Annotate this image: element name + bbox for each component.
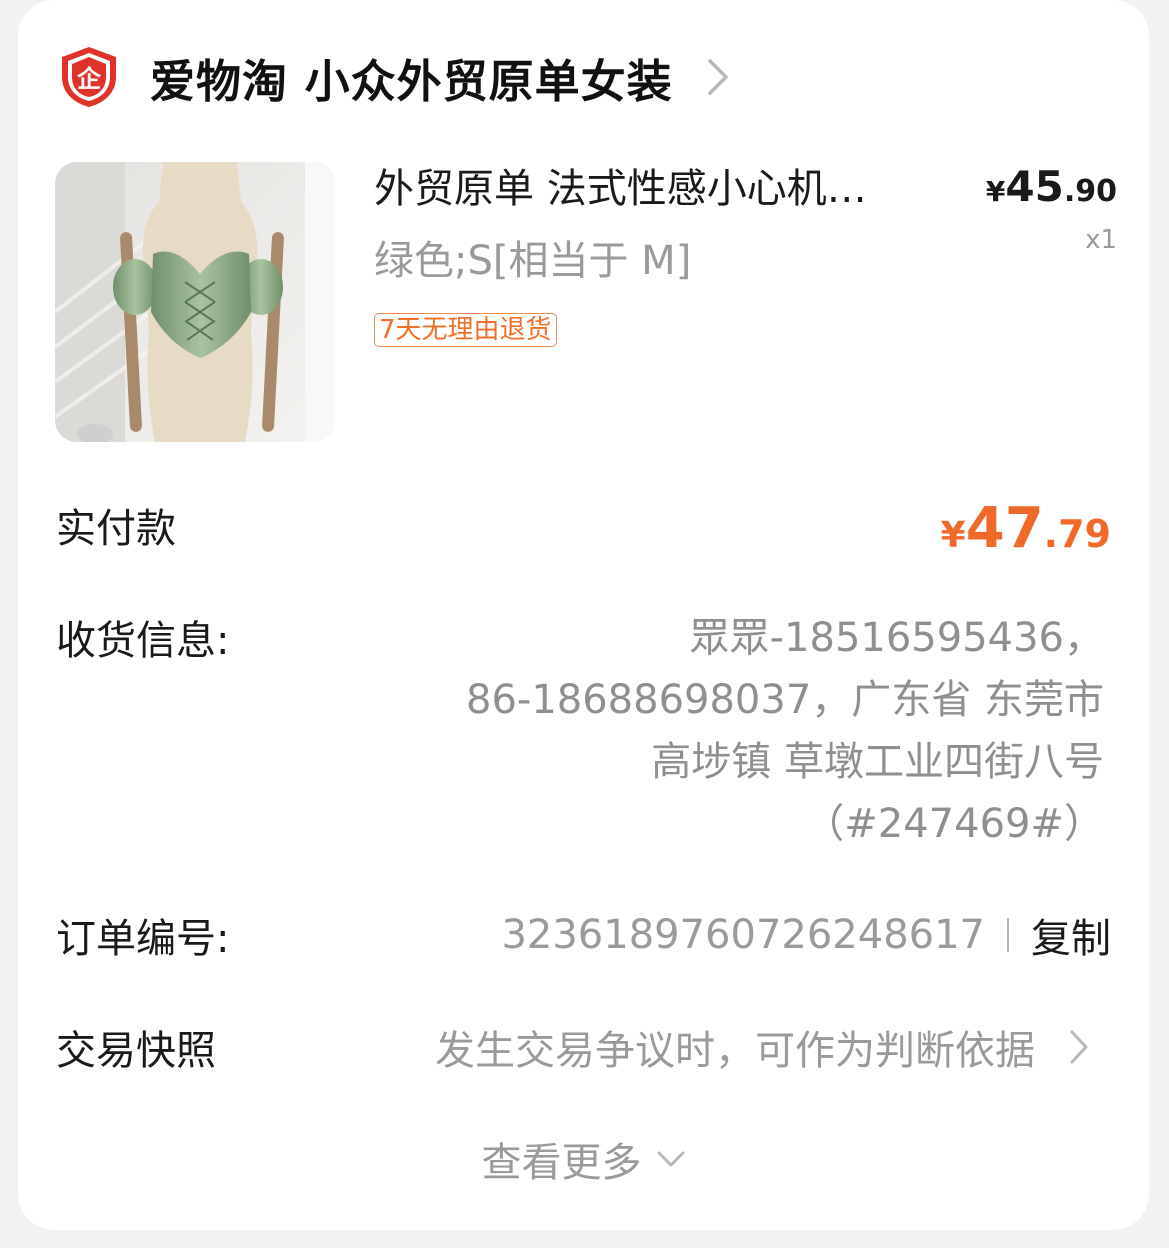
enterprise-shield-icon: 企 (62, 47, 116, 107)
return-policy-badge: 7天无理由退货 (374, 313, 557, 347)
order-detail-card: 企 爱物淘 小众外贸原单女装 外贸原单 法式性感小心机… 绿色;S[相当于 M]… (18, 0, 1149, 1230)
shop-header[interactable]: 企 爱物淘 小众外贸原单女装 (58, 42, 729, 112)
paid-label: 实付款 (56, 506, 176, 552)
order-number: 3236189760726248617 (501, 912, 985, 958)
address-line: （#247469#） (804, 801, 1104, 847)
chevron-down-icon[interactable] (656, 1150, 686, 1168)
paid-amount: ¥47.79 (941, 496, 1111, 561)
address-line: 眾眾-18516595436， (689, 615, 1104, 661)
order-number-row: 3236189760726248617 复制 (501, 906, 1111, 964)
shipping-address: 眾眾-18516595436， 86-18688698037，广东省 东莞市 高… (384, 607, 1104, 855)
unit-price-integer: 45 (1005, 162, 1064, 211)
divider (1007, 918, 1009, 952)
product-title[interactable]: 外贸原单 法式性感小心机… (374, 162, 944, 216)
address-line: 86-18688698037，广东省 东莞市 (466, 677, 1104, 723)
view-more-label[interactable]: 查看更多 (482, 1130, 642, 1188)
unit-price-decimal: .90 (1063, 174, 1117, 209)
unit-price: ¥45.90 (986, 162, 1117, 211)
paid-integer: 47 (965, 496, 1044, 561)
product-variant: 绿色;S[相当于 M] (374, 238, 692, 284)
view-more-button[interactable]: 查看更多 (18, 1130, 1149, 1188)
chevron-right-icon[interactable] (707, 57, 729, 97)
snapshot-label[interactable]: 交易快照 (56, 1018, 216, 1076)
address-line: 高埗镇 草墩工业四街八号 (651, 739, 1104, 785)
chevron-right-icon[interactable] (1069, 1029, 1089, 1065)
unit-price-currency: ¥ (985, 175, 1006, 208)
order-number-label: 订单编号: (56, 916, 230, 962)
snapshot-link[interactable]: 发生交易争议时，可作为判断依据 (435, 1018, 1089, 1076)
shipping-label: 收货信息: (56, 618, 230, 664)
copy-button[interactable]: 复制 (1031, 906, 1111, 964)
snapshot-description[interactable]: 发生交易争议时，可作为判断依据 (435, 1018, 1035, 1076)
shield-char: 企 (77, 65, 102, 93)
shop-name[interactable]: 爱物淘 小众外贸原单女装 (150, 45, 673, 110)
quantity: x1 (1085, 225, 1117, 255)
paid-decimal: .79 (1043, 512, 1111, 556)
product-thumbnail-image[interactable] (55, 162, 335, 442)
paid-currency: ¥ (940, 515, 966, 556)
